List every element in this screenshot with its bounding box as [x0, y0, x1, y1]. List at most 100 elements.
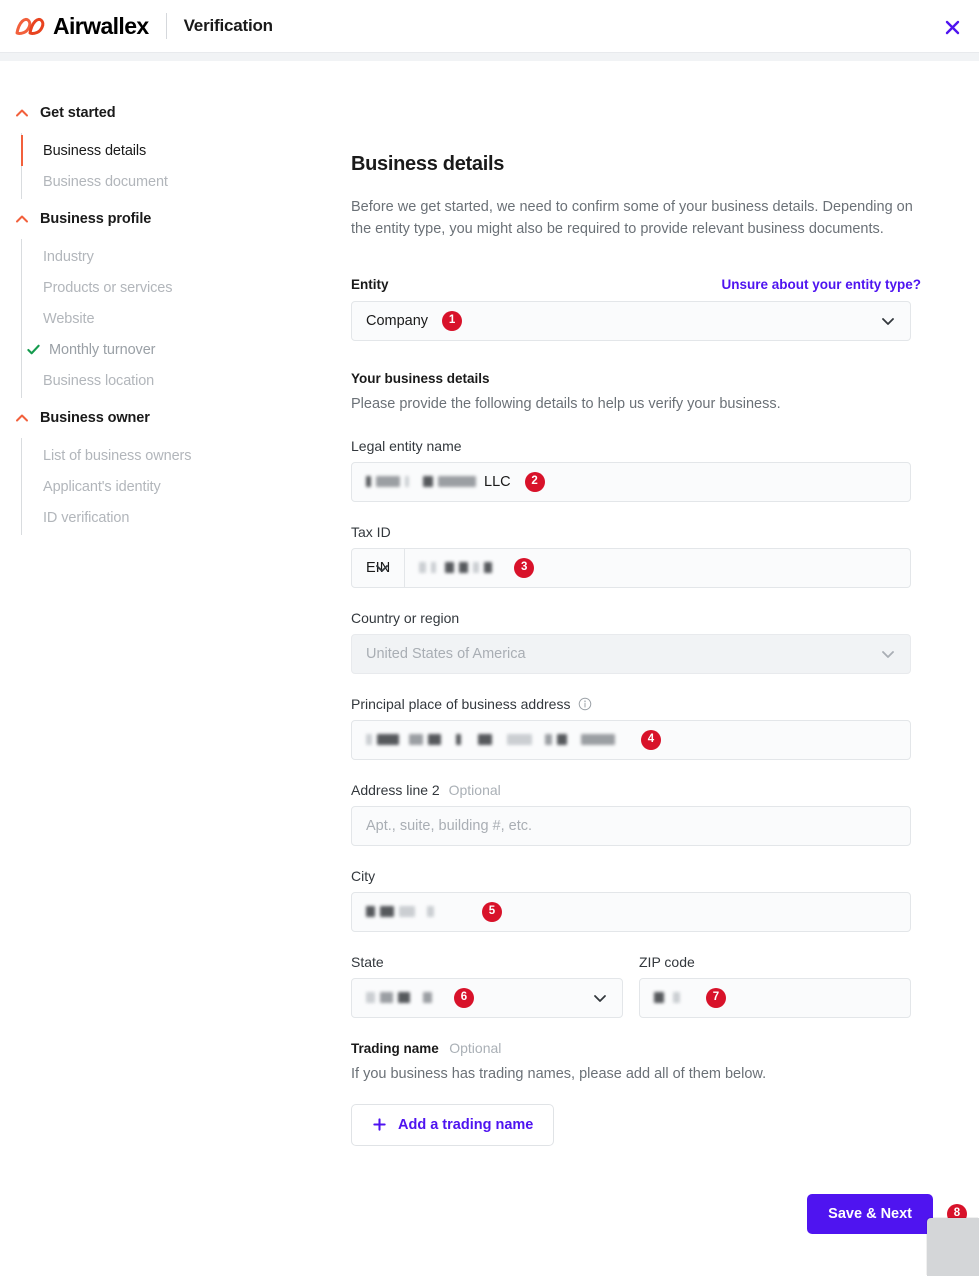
legal-entity-name-suffix: LLC	[484, 473, 511, 490]
nav-group-business-owner: Business owner List of business owners A…	[0, 404, 345, 535]
close-button[interactable]	[939, 14, 965, 40]
close-icon	[945, 20, 959, 34]
step-badge-7: 7	[706, 987, 726, 1008]
step-badge-3: 3	[514, 557, 535, 578]
state-select[interactable]: 6	[351, 977, 623, 1018]
zip-input[interactable]: 7	[639, 977, 911, 1018]
trading-name-label: Trading name	[351, 1040, 439, 1056]
optional-tag: Optional	[449, 1039, 502, 1056]
sidebar-item-label: Business document	[43, 173, 168, 190]
state-zip-row: State 6 ZIP code 7	[351, 954, 911, 1018]
legal-entity-name-input[interactable]: LLC 2	[351, 461, 911, 502]
sidebar-item-label: List of business owners	[43, 447, 192, 464]
sidebar-navigation: Get started Business details Business do…	[0, 61, 345, 541]
trading-name-description: If you business has trading names, pleas…	[351, 1065, 767, 1082]
sidebar-item-list-of-business-owners[interactable]: List of business owners	[22, 440, 345, 471]
main-content: Business details Before we get started, …	[345, 61, 979, 1234]
address-line-2-input[interactable]: Apt., suite, building #, etc.	[351, 805, 911, 846]
state-group: State 6	[351, 954, 623, 1018]
sidebar-item-label: Industry	[43, 248, 94, 265]
sidebar-item-label: Business location	[43, 372, 155, 389]
add-trading-name-button[interactable]: Add a trading name	[351, 1103, 555, 1146]
entity-select[interactable]: Company 1	[351, 300, 911, 341]
page-intro-text: Before we get started, we need to confir…	[351, 199, 913, 238]
save-and-next-button[interactable]: Save & Next	[807, 1193, 933, 1234]
redacted-value	[366, 734, 615, 746]
sidebar-item-business-document[interactable]: Business document	[22, 166, 345, 197]
header-band	[0, 53, 979, 61]
tax-id-control: EIN 3	[351, 547, 911, 588]
plus-icon	[373, 1118, 386, 1132]
sidebar-item-label: Products or services	[43, 279, 173, 296]
city-label: City	[351, 867, 376, 884]
brand-name: Airwallex	[53, 12, 149, 39]
nav-group-header-get-started[interactable]: Get started	[0, 99, 345, 127]
nav-group-header-business-owner[interactable]: Business owner	[0, 404, 345, 432]
entity-field-group: Entity Unsure about your entity type? Co…	[351, 277, 921, 341]
address-line-2-placeholder: Apt., suite, building #, etc.	[366, 817, 533, 834]
redacted-value	[654, 992, 680, 1004]
sidebar-item-label: ID verification	[43, 509, 130, 526]
tax-id-number-input[interactable]: 3	[405, 547, 911, 588]
zip-label: ZIP code	[639, 953, 695, 970]
support-widget-placeholder[interactable]	[927, 1218, 979, 1276]
redacted-value	[366, 476, 476, 488]
business-details-section-header: Your business details Please provide the…	[351, 371, 921, 412]
sidebar-item-business-details[interactable]: Business details	[21, 135, 345, 166]
sidebar-item-industry[interactable]: Industry	[22, 241, 345, 272]
nav-group-business-profile: Business profile Industry Products or se…	[0, 205, 345, 398]
address-line-2-group: Address line 2 Optional Apt., suite, bui…	[351, 782, 921, 846]
entity-selected-value: Company	[366, 312, 429, 329]
sidebar-item-label: Applicant's identity	[43, 478, 161, 495]
tax-id-label: Tax ID	[351, 523, 391, 540]
address-line-2-label: Address line 2 Optional	[351, 782, 921, 798]
section-subtitle: Please provide the following details to …	[351, 395, 781, 412]
address-label-text: Principal place of business address	[351, 695, 571, 712]
redacted-value	[366, 992, 432, 1004]
add-trading-name-label: Add a trading name	[398, 1116, 534, 1133]
legal-entity-name-label: Legal entity name	[351, 437, 462, 454]
trading-name-heading: Trading name Optional	[351, 1040, 921, 1058]
app-header: Airwallex Verification	[0, 0, 979, 53]
chevron-down-icon	[882, 651, 894, 658]
country-group: Country or region United States of Ameri…	[351, 610, 921, 674]
country-value: United States of America	[366, 645, 526, 662]
section-title: Your business details	[351, 370, 490, 386]
sidebar-item-applicants-identity[interactable]: Applicant's identity	[22, 471, 345, 502]
chevron-down-icon	[882, 318, 894, 325]
entity-label: Entity	[351, 276, 389, 292]
sidebar-item-monthly-turnover[interactable]: Monthly turnover	[22, 334, 345, 365]
nav-group-items: Industry Products or services Website Mo…	[21, 239, 345, 398]
address-group: Principal place of business address 4	[351, 696, 921, 760]
sidebar-item-products-or-services[interactable]: Products or services	[22, 272, 345, 303]
brand-logo: Airwallex	[14, 13, 149, 40]
address-input[interactable]: 4	[351, 719, 911, 760]
chevron-down-icon	[376, 565, 389, 572]
sidebar-item-business-location[interactable]: Business location	[22, 365, 345, 396]
page-header-title: Verification	[183, 16, 273, 35]
sidebar-item-label: Business details	[43, 142, 147, 159]
sidebar-item-website[interactable]: Website	[22, 303, 345, 334]
step-badge-4: 4	[641, 729, 661, 750]
address-label: Principal place of business address	[351, 696, 921, 712]
nav-group-items: Business details Business document	[21, 133, 345, 199]
nav-group-header-business-profile[interactable]: Business profile	[0, 205, 345, 233]
city-input[interactable]: 5	[351, 891, 911, 932]
state-label: State	[351, 953, 384, 970]
tax-id-type-select[interactable]: EIN	[351, 547, 406, 588]
sidebar-item-id-verification[interactable]: ID verification	[22, 502, 345, 533]
step-badge-2: 2	[524, 471, 545, 492]
entity-help-link[interactable]: Unsure about your entity type?	[721, 277, 921, 292]
country-label: Country or region	[351, 609, 460, 626]
redacted-value	[366, 906, 434, 918]
nav-group-label: Get started	[40, 105, 116, 121]
info-icon[interactable]	[578, 697, 592, 711]
airwallex-logo-icon	[15, 17, 45, 35]
form-footer: Save & Next 8	[407, 1193, 967, 1234]
city-group: City 5	[351, 868, 921, 932]
check-icon	[27, 344, 40, 355]
page-title: Business details	[351, 153, 505, 175]
sidebar-item-label: Monthly turnover	[49, 341, 156, 358]
header-divider	[165, 13, 167, 39]
legal-entity-name-group: Legal entity name LLC 2	[351, 438, 921, 502]
